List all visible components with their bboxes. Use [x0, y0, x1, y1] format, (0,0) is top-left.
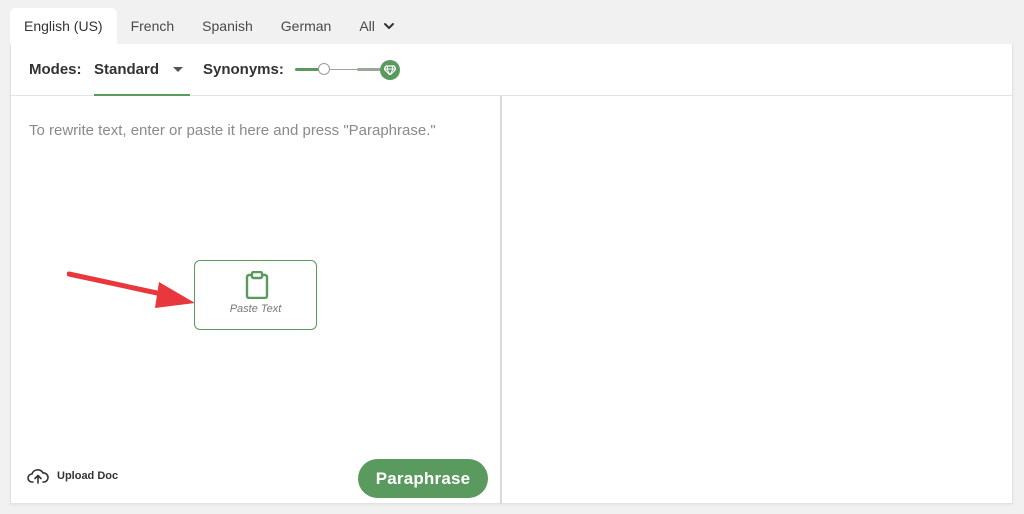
upload-doc-label: Upload Doc — [57, 470, 119, 482]
slider-locked-segment — [357, 68, 381, 71]
tab-label: All — [359, 18, 375, 34]
premium-level-button[interactable] — [380, 60, 400, 80]
tab-label: Spanish — [202, 18, 253, 34]
tab-label: French — [130, 18, 175, 34]
paraphraser-card: Modes: Standard Synonyms: To rewrite tex… — [10, 44, 1013, 504]
synonyms-slider[interactable] — [293, 58, 401, 82]
modes-label: Modes: — [29, 61, 82, 78]
tab-french[interactable]: French — [117, 8, 189, 44]
tab-german[interactable]: German — [267, 8, 346, 44]
tab-label: English (US) — [24, 18, 103, 34]
language-tabs: English (US) French Spanish German All — [10, 8, 409, 44]
synonyms-label: Synonyms: — [203, 61, 284, 78]
clipboard-icon — [245, 271, 269, 299]
mode-dropdown[interactable]: Standard — [94, 44, 190, 96]
toolbar: Modes: Standard Synonyms: — [11, 44, 1012, 96]
output-pane — [502, 96, 1013, 504]
paste-text-label: Paste Text — [229, 303, 282, 315]
input-pane[interactable]: To rewrite text, enter or paste it here … — [11, 96, 500, 504]
tab-spanish[interactable]: Spanish — [188, 8, 267, 44]
tab-all-languages[interactable]: All — [345, 8, 409, 44]
chevron-down-icon — [383, 23, 394, 29]
paste-text-button[interactable]: Paste Text — [194, 260, 317, 330]
mode-value: Standard — [94, 61, 160, 78]
slider-thumb[interactable] — [318, 63, 330, 75]
diamond-icon — [384, 65, 396, 75]
cloud-upload-icon — [27, 469, 49, 484]
annotation-arrow — [67, 271, 195, 308]
paraphrase-button[interactable]: Paraphrase — [358, 459, 488, 498]
tab-english-us[interactable]: English (US) — [10, 8, 117, 44]
caret-down-icon — [173, 67, 183, 72]
input-placeholder: To rewrite text, enter or paste it here … — [29, 122, 436, 139]
tab-label: German — [280, 18, 332, 34]
paraphraser-app: English (US) French Spanish German All M… — [0, 0, 1024, 514]
upload-doc-button[interactable]: Upload Doc — [27, 468, 118, 484]
